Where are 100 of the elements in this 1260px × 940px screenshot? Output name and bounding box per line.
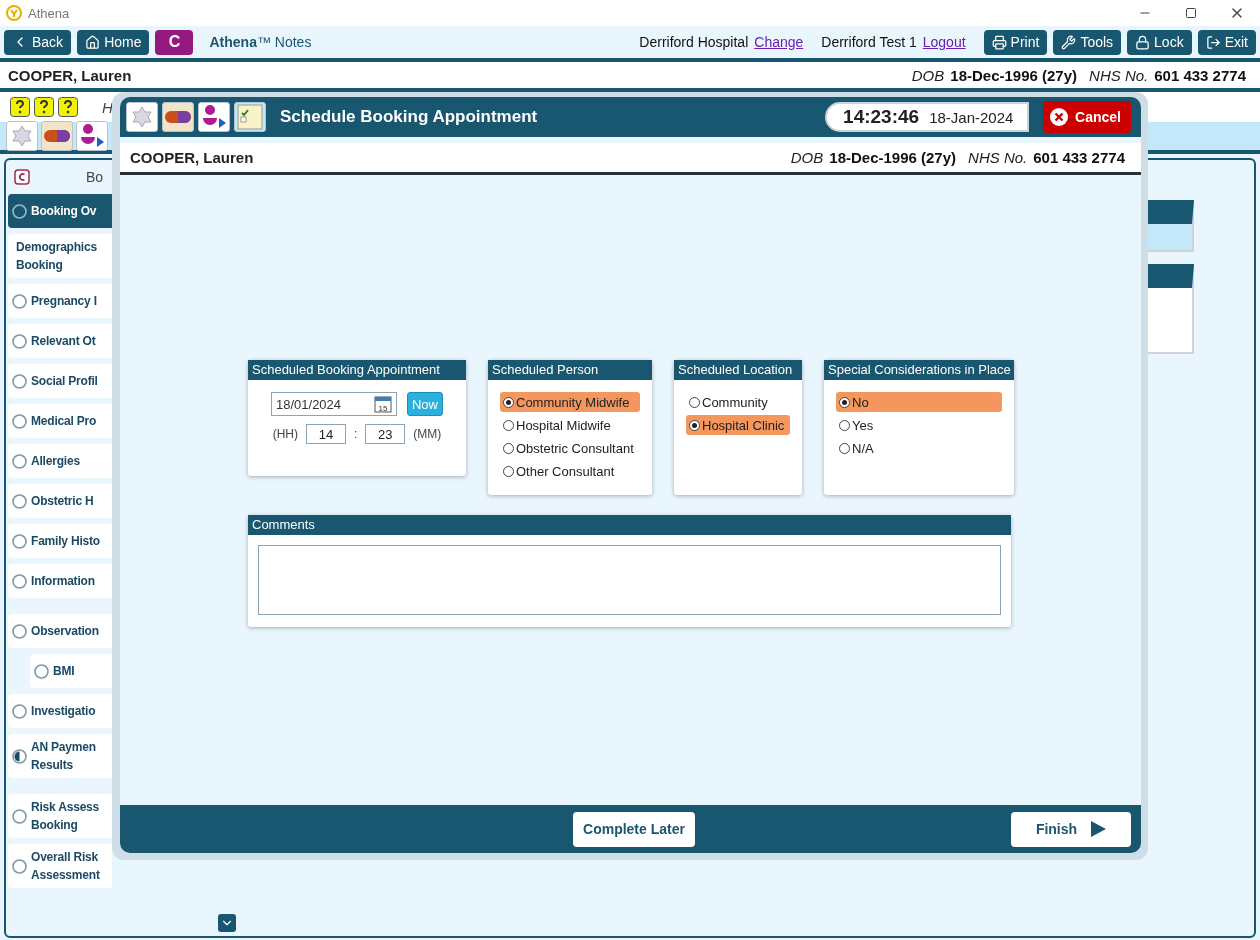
card-title: Scheduled Booking Appointment	[248, 360, 466, 380]
star-tile[interactable]	[126, 102, 158, 132]
empty-circle-icon	[12, 453, 27, 469]
nhs-number: 601 433 2774	[1154, 66, 1246, 84]
radio-option[interactable]: No	[836, 392, 1002, 412]
exit-button[interactable]: Exit	[1197, 29, 1256, 55]
lock-icon	[1135, 34, 1151, 50]
radio-option[interactable]: Obstetric Consultant	[500, 438, 640, 458]
help-icon[interactable]	[10, 97, 30, 117]
pill-tile[interactable]	[41, 121, 73, 151]
sidebar-item[interactable]: Booking Ov	[8, 194, 112, 228]
sidebar-item[interactable]: Investigatio	[8, 694, 112, 728]
time-separator: :	[354, 427, 358, 441]
card-title: Special Considerations in Place	[824, 360, 1014, 380]
radio-option[interactable]: Community	[686, 392, 790, 412]
empty-circle-icon	[12, 373, 27, 389]
module-button[interactable]: C	[155, 29, 194, 55]
card-title: Comments	[248, 515, 1011, 535]
help-icon[interactable]	[34, 97, 54, 117]
complete-later-button[interactable]: Complete Later	[573, 811, 695, 847]
radio-option[interactable]: Hospital Clinic	[686, 415, 790, 435]
card-title: Scheduled Location	[674, 360, 802, 380]
exit-icon	[1205, 34, 1221, 50]
sidebar-item[interactable]: BMI	[30, 654, 112, 688]
sidebar-item[interactable]: Social Profil	[8, 364, 112, 398]
sidebar-item[interactable]: Relevant Ot	[8, 324, 112, 358]
hours-field[interactable]: 14	[306, 424, 346, 444]
radio-option[interactable]: Yes	[836, 415, 1002, 435]
minutes-label: (MM)	[413, 427, 442, 441]
star-icon	[10, 124, 34, 148]
tools-button[interactable]: Tools	[1053, 29, 1122, 55]
logout-link[interactable]: Logout	[922, 34, 966, 50]
sidebar-item[interactable]: Pregnancy I	[8, 284, 112, 318]
dob-label: DOB	[911, 66, 945, 84]
comments-field[interactable]	[258, 545, 1001, 615]
empty-circle-icon	[12, 703, 27, 719]
maximize-icon	[1185, 7, 1197, 19]
empty-circle-icon	[12, 413, 27, 429]
help-icon[interactable]	[58, 97, 78, 117]
person-icon	[201, 104, 227, 130]
change-link[interactable]: Change	[754, 34, 804, 50]
hours-label: (HH)	[272, 427, 298, 441]
close-circle-icon	[1049, 107, 1070, 127]
sidebar-item[interactable]: Risk Assess Booking	[8, 794, 112, 838]
finish-button[interactable]: Finish	[1011, 811, 1131, 847]
wrench-icon	[1061, 34, 1077, 50]
sidebar-item[interactable]: Family Histo	[8, 524, 112, 558]
dob-value: 18-Dec-1996 (27y)	[829, 149, 957, 166]
radio-option[interactable]: Hospital Midwife	[500, 415, 640, 435]
sidebar-item[interactable]: Medical Pro	[8, 404, 112, 438]
sidebar-item[interactable]: Overall Risk Assessment	[8, 844, 112, 888]
pill-tile[interactable]	[162, 102, 194, 132]
star-tile[interactable]	[6, 121, 38, 151]
nhs-number: 601 433 2774	[1033, 149, 1125, 166]
nhs-label: NHS No.	[968, 149, 1028, 166]
person-tile[interactable]	[198, 102, 230, 132]
sidebar-item[interactable]: Information	[8, 564, 112, 598]
notepad-icon	[237, 104, 263, 130]
radio-option[interactable]: N/A	[836, 438, 1002, 458]
radio-option[interactable]: Community Midwife	[500, 392, 640, 412]
scroll-down-button[interactable]	[218, 914, 236, 932]
empty-circle-icon	[12, 333, 27, 349]
sidebar-item[interactable]: Demographics Booking	[8, 234, 112, 278]
window-title: Athena	[28, 5, 70, 21]
home-icon	[85, 34, 101, 50]
minutes-field[interactable]: 23	[365, 424, 406, 444]
print-button[interactable]: Print	[983, 29, 1048, 55]
card-title: Scheduled Person	[488, 360, 652, 380]
empty-circle-icon	[12, 858, 27, 874]
dob-label: DOB	[790, 149, 824, 166]
dialog-title: Schedule Booking Appointment	[280, 107, 538, 127]
person-tile[interactable]	[76, 121, 108, 151]
calendar-icon[interactable]: 15	[374, 395, 392, 413]
empty-circle-icon	[12, 203, 27, 219]
back-button[interactable]: Back	[4, 29, 72, 55]
sidebar-item[interactable]: AN Paymen Results	[8, 734, 112, 778]
radio-option[interactable]: Other Consultant	[500, 461, 640, 481]
section-text: H	[102, 98, 113, 116]
home-button[interactable]: Home	[77, 29, 150, 55]
sidebar-item[interactable]: Allergies	[8, 444, 112, 478]
clock-date: 18-Jan-2024	[929, 108, 1014, 126]
date-field[interactable]: 18/01/2024 15	[271, 392, 397, 416]
empty-circle-icon	[12, 293, 27, 309]
person-icon	[79, 123, 105, 149]
play-icon	[1091, 821, 1107, 837]
sidebar-item[interactable]: Observation	[8, 614, 112, 648]
empty-circle-icon	[34, 663, 49, 679]
module-icon	[14, 169, 30, 185]
cancel-button[interactable]: Cancel	[1043, 101, 1131, 133]
pill-icon	[165, 111, 191, 123]
dob-value: 18-Dec-1996 (27y)	[950, 66, 1078, 84]
half-circle-icon	[12, 748, 27, 764]
empty-circle-icon	[12, 533, 27, 549]
notepad-tile[interactable]	[234, 102, 266, 132]
empty-circle-icon	[12, 623, 27, 639]
lock-button[interactable]: Lock	[1127, 29, 1192, 55]
sidebar-heading: Bo	[86, 169, 104, 185]
pill-icon	[44, 130, 70, 142]
sidebar-item[interactable]: Obstetric H	[8, 484, 112, 518]
nhs-label: NHS No.	[1089, 66, 1149, 84]
